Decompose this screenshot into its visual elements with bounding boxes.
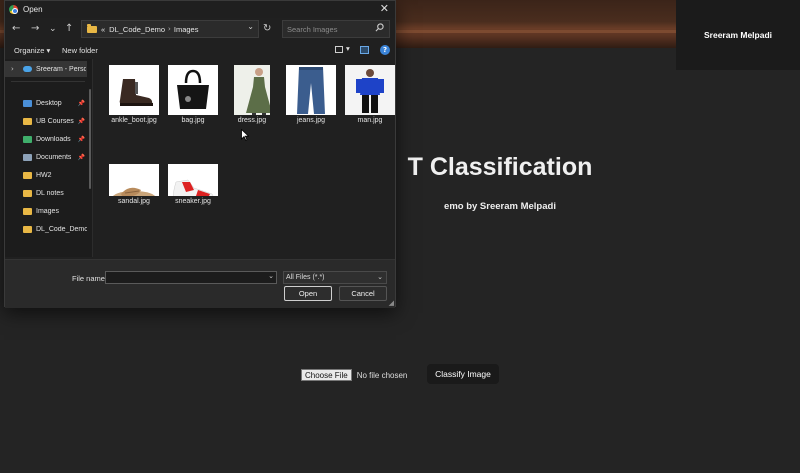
file-name-input[interactable]: ⌄	[105, 271, 277, 284]
sandal-thumbnail	[109, 164, 159, 196]
folder-icon	[23, 171, 32, 179]
sidebar-item[interactable]: › Sreeram - Personal	[5, 61, 87, 77]
file-item[interactable]: bag.jpg	[164, 59, 222, 125]
dialog-title: Open	[23, 5, 43, 14]
cancel-button[interactable]: Cancel	[339, 286, 387, 301]
chevron-right-icon[interactable]: ›	[11, 65, 23, 73]
search-icon	[375, 23, 384, 32]
sidebar-item[interactable]: DL_Code_Demo	[5, 221, 87, 237]
sidebar-item-label: DL notes	[36, 189, 64, 197]
new-folder-button[interactable]: New folder	[62, 46, 98, 55]
preview-pane-icon[interactable]	[360, 46, 369, 54]
classify-image-button[interactable]: Classify Image	[427, 364, 499, 384]
change-view-icon[interactable]	[335, 46, 343, 53]
organize-button[interactable]: Organize ▾	[14, 46, 50, 55]
address-bar[interactable]: « DL_Code_Demo › Images ⌄	[81, 20, 259, 38]
desktop-icon	[23, 99, 32, 107]
breadcrumb-images[interactable]: Images	[174, 25, 199, 34]
refresh-icon[interactable]: ↻	[263, 23, 271, 34]
file-item[interactable]: sneaker.jpg	[164, 140, 222, 206]
search-box[interactable]: Search Images	[282, 20, 390, 38]
close-icon[interactable]: ✕	[380, 2, 389, 16]
sidebar-item-label: UB Courses	[36, 117, 74, 125]
file-item[interactable]: sandal.jpg	[105, 140, 163, 206]
onedrive-icon	[23, 66, 32, 72]
user-name: Sreeram Melpadi	[703, 30, 773, 40]
chrome-icon	[9, 5, 18, 14]
file-item[interactable]: dress.jpg	[223, 59, 281, 125]
sidebar-item-label: HW2	[36, 171, 52, 179]
file-item[interactable]: ankle_boot.jpg	[105, 59, 163, 125]
sidebar-item[interactable]: Desktop 📌	[5, 95, 87, 111]
pin-icon: 📌	[77, 153, 85, 161]
pin-icon: 📌	[77, 117, 85, 125]
chevron-down-icon: ⌄	[377, 274, 383, 281]
recent-locations-icon[interactable]: ⌄	[49, 23, 57, 35]
up-icon[interactable]: ↑	[65, 23, 73, 35]
pin-icon: 📌	[77, 99, 85, 107]
file-type-select[interactable]: All Files (*.*) ⌄	[283, 271, 387, 284]
folder-icon	[23, 207, 32, 215]
sidebar-item[interactable]: HW2	[5, 167, 87, 183]
open-file-dialog: Open ✕ ← → ⌄ ↑ « DL_Code_Demo › Images ⌄…	[4, 0, 396, 308]
breadcrumb-overflow[interactable]: «	[101, 25, 105, 34]
dialog-titlebar: Open ✕	[5, 1, 395, 18]
folder-icon	[23, 225, 32, 233]
chevron-down-icon[interactable]: ▾	[346, 44, 350, 53]
chevron-down-icon[interactable]: ⌄	[268, 272, 274, 280]
open-button[interactable]: Open	[284, 286, 332, 301]
mouse-cursor-icon	[241, 129, 249, 141]
forward-icon[interactable]: →	[31, 23, 39, 35]
help-icon[interactable]: ?	[380, 45, 390, 55]
command-bar: Organize ▾ New folder ▾ ?	[5, 42, 395, 59]
sneaker-thumbnail	[168, 164, 218, 196]
breadcrumb-dl-code-demo[interactable]: DL_Code_Demo	[109, 25, 165, 34]
sidebar-item-label: Images	[36, 207, 59, 215]
documents-icon	[23, 153, 32, 161]
sidebar-item-label: Downloads	[36, 135, 71, 143]
user-box: Sreeram Melpadi	[676, 0, 800, 70]
folder-icon	[87, 23, 97, 33]
back-icon[interactable]: ←	[12, 23, 20, 35]
file-name: sneaker.jpg	[175, 198, 211, 205]
search-input[interactable]: Search Images	[287, 25, 337, 34]
file-name: man.jpg	[357, 117, 383, 124]
sidebar-item-label: Documents	[36, 153, 72, 161]
sidebar-item[interactable]: DL notes	[5, 185, 87, 201]
file-upload: Choose File No file chosen	[301, 369, 407, 381]
ankle-boot-thumbnail	[109, 65, 159, 115]
chevron-down-icon[interactable]: ⌄	[247, 22, 254, 31]
sidebar-item[interactable]: Images	[5, 203, 87, 219]
download-icon	[23, 135, 32, 143]
resize-grip-icon[interactable]: ◢	[389, 299, 394, 307]
dialog-footer: File name: ⌄ All Files (*.*) ⌄ Open Canc…	[5, 259, 395, 308]
folder-icon	[23, 189, 32, 197]
sidebar-item[interactable]: UB Courses 📌	[5, 113, 87, 129]
man-thumbnail	[345, 65, 395, 115]
navigation-pane: ›Sreeram - PersonalDesktop📌UB Courses📌Do…	[5, 59, 93, 257]
file-item[interactable]: jeans.jpg	[282, 59, 340, 125]
sidebar-item[interactable]: Documents 📌	[5, 149, 87, 165]
chevron-right-icon: ›	[168, 25, 171, 33]
jeans-thumbnail	[286, 65, 336, 115]
bag-thumbnail	[168, 65, 218, 115]
file-status: No file chosen	[356, 370, 408, 380]
sidebar-item[interactable]: Downloads 📌	[5, 131, 87, 147]
dress-thumbnail	[234, 65, 270, 115]
file-item[interactable]: man.jpg	[341, 59, 399, 125]
sidebar-item-label: Desktop	[36, 99, 62, 107]
choose-file-button[interactable]: Choose File	[301, 369, 352, 381]
pin-icon: 📌	[77, 135, 85, 143]
navigation-bar: ← → ⌄ ↑ « DL_Code_Demo › Images ⌄ ↻ Sear…	[5, 18, 395, 42]
file-type-value: All Files (*.*)	[286, 274, 325, 281]
sidebar-item-label: Sreeram - Personal	[36, 65, 86, 73]
folder-icon	[23, 117, 32, 125]
file-list: ankle_boot.jpg bag.jpg dress.jpg jeans.jpg m…	[94, 59, 396, 257]
sidebar-item-label: DL_Code_Demo	[36, 225, 87, 233]
file-name-label: File name:	[72, 274, 108, 283]
sidebar-scrollbar[interactable]	[89, 89, 91, 189]
sidebar-separator	[11, 81, 85, 82]
